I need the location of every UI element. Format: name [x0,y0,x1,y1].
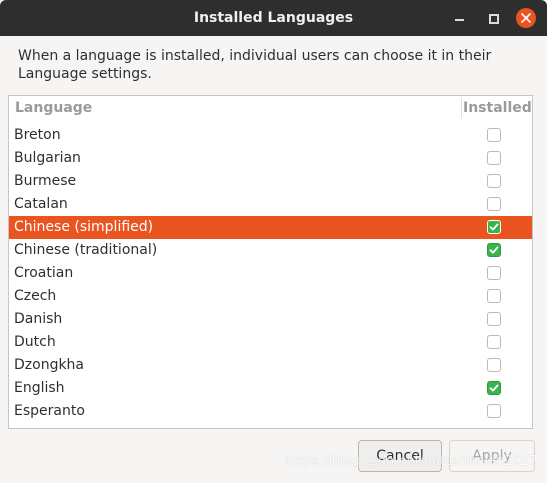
list-item[interactable]: Chinese (traditional) [9,239,532,262]
column-header-language[interactable]: Language [15,100,92,116]
list-item[interactable]: English [9,377,532,400]
column-divider [461,98,462,118]
language-label: Burmese [14,173,77,189]
language-label: English [14,380,65,396]
list-item[interactable]: Esperanto [9,400,532,423]
minimize-icon[interactable] [451,9,469,27]
installed-checkbox[interactable] [487,128,501,142]
installed-checkbox[interactable] [487,197,501,211]
checkmark-icon [489,246,499,254]
checkmark-icon [489,223,499,231]
language-label: Danish [14,311,63,327]
language-label: Breton [14,127,61,143]
installed-checkbox[interactable] [487,289,501,303]
close-icon[interactable] [516,8,536,28]
language-list[interactable]: Language Installed Breton Bulgarian Burmes… [8,95,533,429]
language-label: Esperanto [14,403,85,419]
installed-checkbox[interactable] [487,404,501,418]
language-label: Chinese (simplified) [14,219,154,235]
list-item[interactable]: Bulgarian [9,147,532,170]
installed-checkbox[interactable] [487,381,501,395]
list-item[interactable]: Croatian [9,262,532,285]
installed-checkbox[interactable] [487,243,501,257]
list-item[interactable]: Danish [9,308,532,331]
watermark-text: https://blog.csdn.net/patternmian2017 [285,454,538,469]
maximize-icon[interactable] [484,9,502,27]
installed-languages-window: Installed Languages When a language is i… [0,0,547,483]
checkmark-icon [489,384,499,392]
language-rows: Breton Bulgarian Burmese Catalan Chinese (si… [9,124,532,423]
language-label: Croatian [14,265,74,281]
installed-checkbox[interactable] [487,266,501,280]
column-header-installed[interactable]: Installed [463,100,532,116]
list-item[interactable]: Dutch [9,331,532,354]
installed-checkbox[interactable] [487,151,501,165]
list-item[interactable]: Breton [9,124,532,147]
description-text: When a language is installed, individual… [18,48,492,82]
list-item[interactable]: Chinese (simplified) [9,216,532,239]
list-item[interactable]: Dzongkha [9,354,532,377]
language-label: Dutch [14,334,56,350]
list-item[interactable]: Czech [9,285,532,308]
list-item[interactable]: Burmese [9,170,532,193]
list-header: Language Installed [9,96,532,119]
language-label: Czech [14,288,57,304]
language-label: Catalan [14,196,68,212]
list-item[interactable]: Catalan [9,193,532,216]
title-bar[interactable]: Installed Languages [0,0,547,36]
language-label: Bulgarian [14,150,81,166]
language-label: Chinese (traditional) [14,242,158,258]
installed-checkbox[interactable] [487,358,501,372]
installed-checkbox[interactable] [487,335,501,349]
installed-checkbox[interactable] [487,220,501,234]
installed-checkbox[interactable] [487,312,501,326]
installed-checkbox[interactable] [487,174,501,188]
language-label: Dzongkha [14,357,85,373]
